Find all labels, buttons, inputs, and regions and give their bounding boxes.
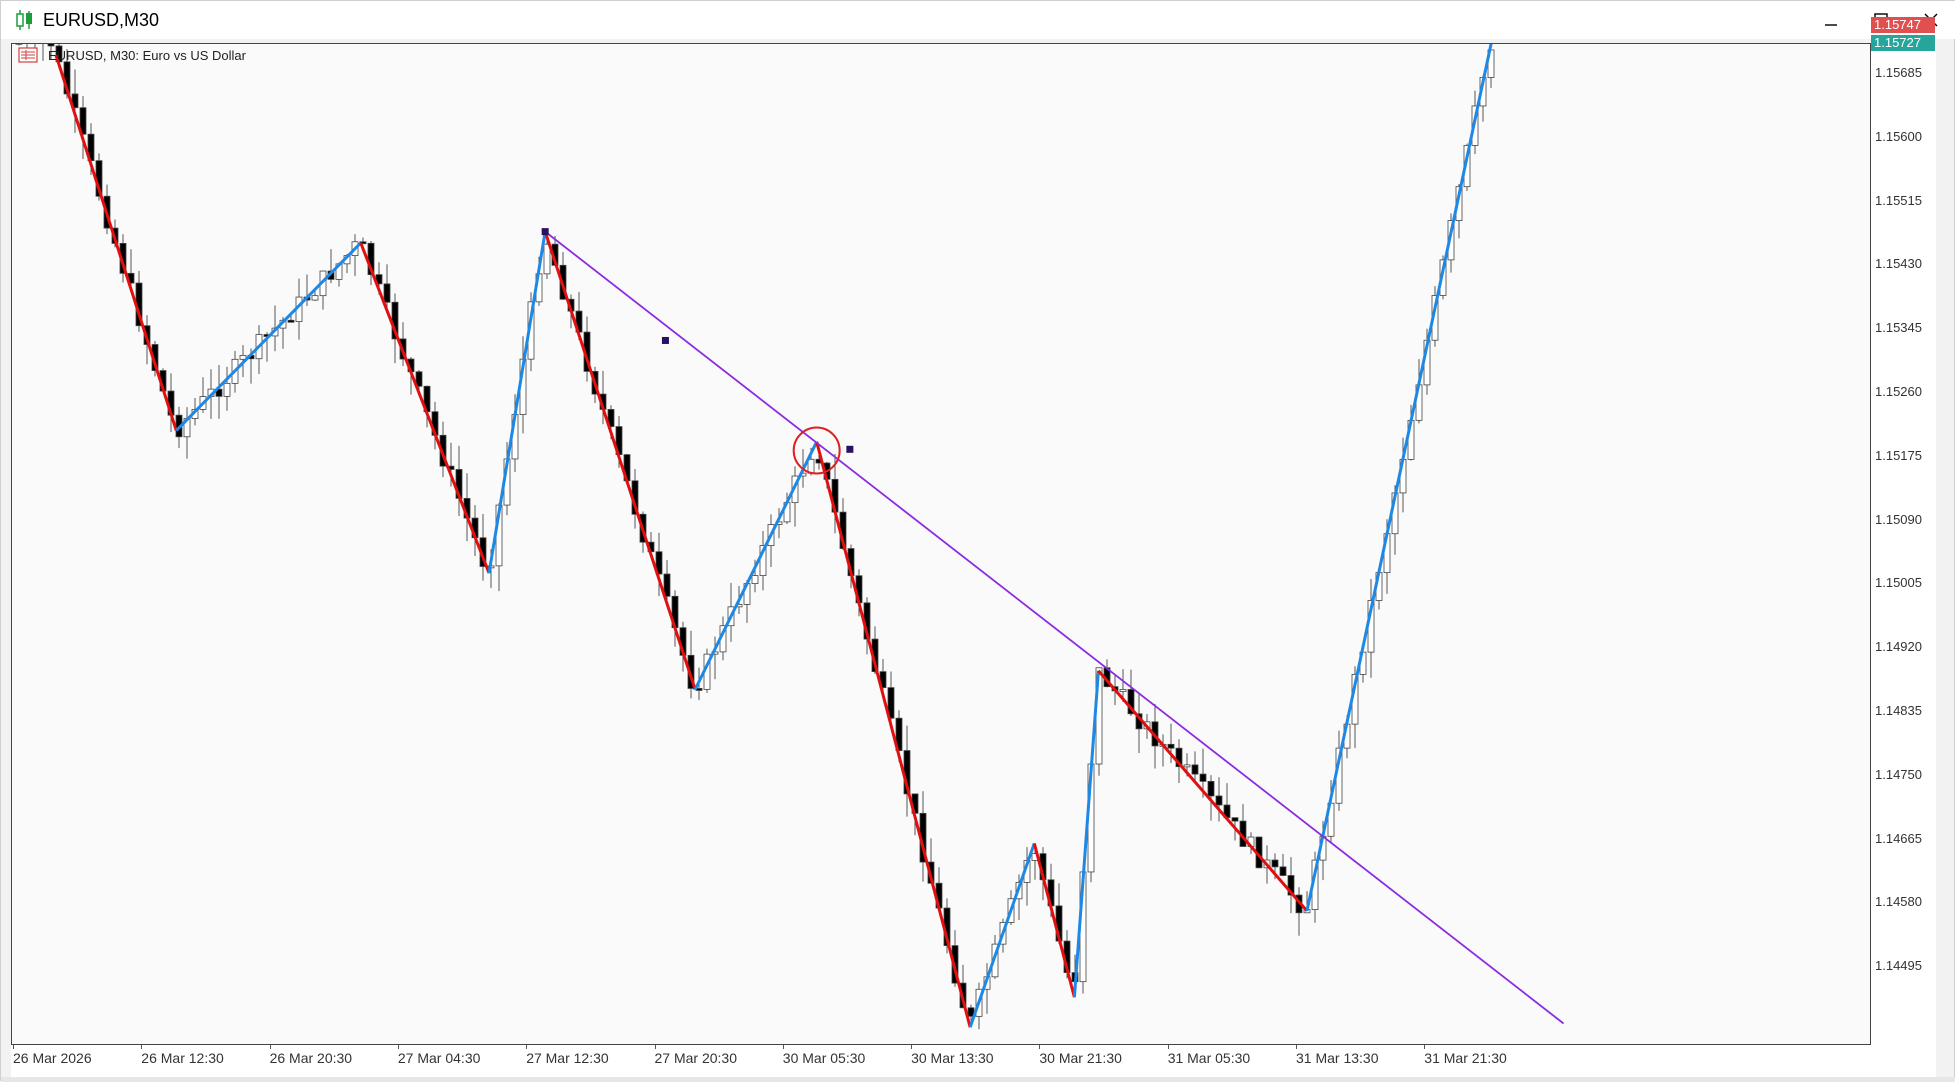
zigzag-up-leg <box>695 442 817 690</box>
bull-candle <box>1120 690 1126 692</box>
time-tick-label: 31 Mar 05:30 <box>1168 1050 1251 1066</box>
time-tick-mark <box>911 1045 912 1049</box>
minimize-icon <box>1823 12 1839 28</box>
time-tick-mark <box>141 1045 142 1049</box>
bull-candle <box>1184 765 1190 767</box>
marker-circle <box>794 428 840 474</box>
bear-candle <box>384 284 390 302</box>
zigzag-up-leg <box>970 843 1034 1027</box>
time-tick-mark <box>1424 1045 1425 1049</box>
bull-candle <box>312 296 318 300</box>
bear-candle <box>1208 781 1214 796</box>
ask-price-tag: 1.15747 <box>1871 17 1935 33</box>
chart-properties-icon[interactable] <box>18 47 38 63</box>
price-tick-label: 1.14665 <box>1875 831 1922 846</box>
time-tick-mark <box>526 1045 527 1049</box>
time-tick-mark <box>398 1045 399 1049</box>
bear-candle <box>288 320 294 322</box>
title-bar[interactable]: EURUSD,M30 <box>1 1 1955 39</box>
zigzag-down-leg <box>1098 671 1306 911</box>
bear-candle <box>1280 867 1286 876</box>
time-tick-label: 26 Mar 12:30 <box>141 1050 224 1066</box>
price-tick-label: 1.14750 <box>1875 767 1922 782</box>
time-tick-mark <box>1168 1045 1169 1049</box>
bull-candle <box>752 576 758 584</box>
price-tick-label: 1.15600 <box>1875 129 1922 144</box>
price-tick-label: 1.14835 <box>1875 703 1922 718</box>
price-scale[interactable]: 1.15685 1.15600 1.15515 1.15430 1.15345 1.152… <box>1871 43 1936 1045</box>
bear-candle <box>1216 796 1222 805</box>
time-tick-label: 26 Mar 20:30 <box>270 1050 353 1066</box>
zigzag-up-leg <box>489 232 545 574</box>
bear-candle <box>1192 765 1198 774</box>
time-tick-mark <box>270 1045 271 1049</box>
bull-candle <box>808 459 814 473</box>
time-tick-label: 30 Mar 05:30 <box>783 1050 866 1066</box>
minimize-button[interactable] <box>1806 1 1856 39</box>
zigzag-down-leg <box>56 55 176 430</box>
trendline-anchor <box>662 337 669 344</box>
time-tick-mark <box>1296 1045 1297 1049</box>
chart-symbol-description: EURUSD, M30: Euro vs US Dollar <box>48 48 246 63</box>
time-tick-label: 30 Mar 21:30 <box>1039 1050 1122 1066</box>
chart-canvas[interactable]: EURUSD, M30: Euro vs US Dollar <box>11 43 1871 1045</box>
bull-candle <box>224 383 230 396</box>
chart-header: EURUSD, M30: Euro vs US Dollar <box>18 47 246 63</box>
price-tick-label: 1.15345 <box>1875 320 1922 335</box>
time-tick-label: 31 Mar 21:30 <box>1424 1050 1507 1066</box>
bid-price-tag: 1.15727 <box>1871 35 1935 51</box>
time-tick-mark <box>655 1045 656 1049</box>
chart-plot[interactable] <box>12 44 1870 1044</box>
bear-candle <box>48 44 54 46</box>
time-tick-label: 27 Mar 04:30 <box>398 1050 481 1066</box>
bear-candle <box>1200 774 1206 781</box>
time-tick-label: 30 Mar 13:30 <box>911 1050 994 1066</box>
price-tick-label: 1.15685 <box>1875 65 1922 80</box>
zigzag-up-leg <box>1307 44 1491 911</box>
window-title: EURUSD,M30 <box>43 10 159 31</box>
zigzag-down-leg <box>1034 843 1074 997</box>
time-tick-mark <box>1039 1045 1040 1049</box>
price-tick-label: 1.15515 <box>1875 193 1922 208</box>
time-tick-label: 27 Mar 12:30 <box>526 1050 609 1066</box>
zigzag-down-leg <box>817 442 970 1027</box>
time-tick-label: 31 Mar 13:30 <box>1296 1050 1379 1066</box>
candlestick-icon <box>15 9 35 31</box>
zigzag-up-leg <box>176 243 360 431</box>
price-tick-label: 1.15260 <box>1875 384 1922 399</box>
time-tick-label: 27 Mar 20:30 <box>655 1050 738 1066</box>
window-bottom-edge <box>1 1077 1955 1082</box>
zigzag-up-leg <box>1074 671 1098 998</box>
time-tick-mark <box>13 1045 14 1049</box>
price-tick-label: 1.15430 <box>1875 256 1922 271</box>
time-scale[interactable]: 26 Mar 2026 26 Mar 12:30 26 Mar 20:30 27 Ma… <box>11 1045 1936 1077</box>
zigzag-down-leg <box>545 232 695 690</box>
trendline-anchor <box>846 446 853 453</box>
bear-candle <box>1272 860 1278 867</box>
price-tick-label: 1.14580 <box>1875 894 1922 909</box>
trendline-anchor <box>542 228 549 235</box>
bear-candle <box>1232 818 1238 821</box>
time-tick-mark <box>783 1045 784 1049</box>
bear-candle <box>1168 744 1174 748</box>
price-tick-label: 1.15090 <box>1875 512 1922 527</box>
terminal-window: EURUSD,M30 EURUSD, M30: Euro vs US Dol <box>0 0 1955 1081</box>
price-tick-label: 1.15175 <box>1875 448 1922 463</box>
price-tick-label: 1.14495 <box>1875 958 1922 973</box>
price-tick-label: 1.14920 <box>1875 639 1922 654</box>
price-tick-label: 1.15005 <box>1875 575 1922 590</box>
time-tick-label: 26 Mar 2026 <box>13 1050 92 1066</box>
bull-candle <box>544 244 550 274</box>
zigzag-down-leg <box>361 243 489 573</box>
